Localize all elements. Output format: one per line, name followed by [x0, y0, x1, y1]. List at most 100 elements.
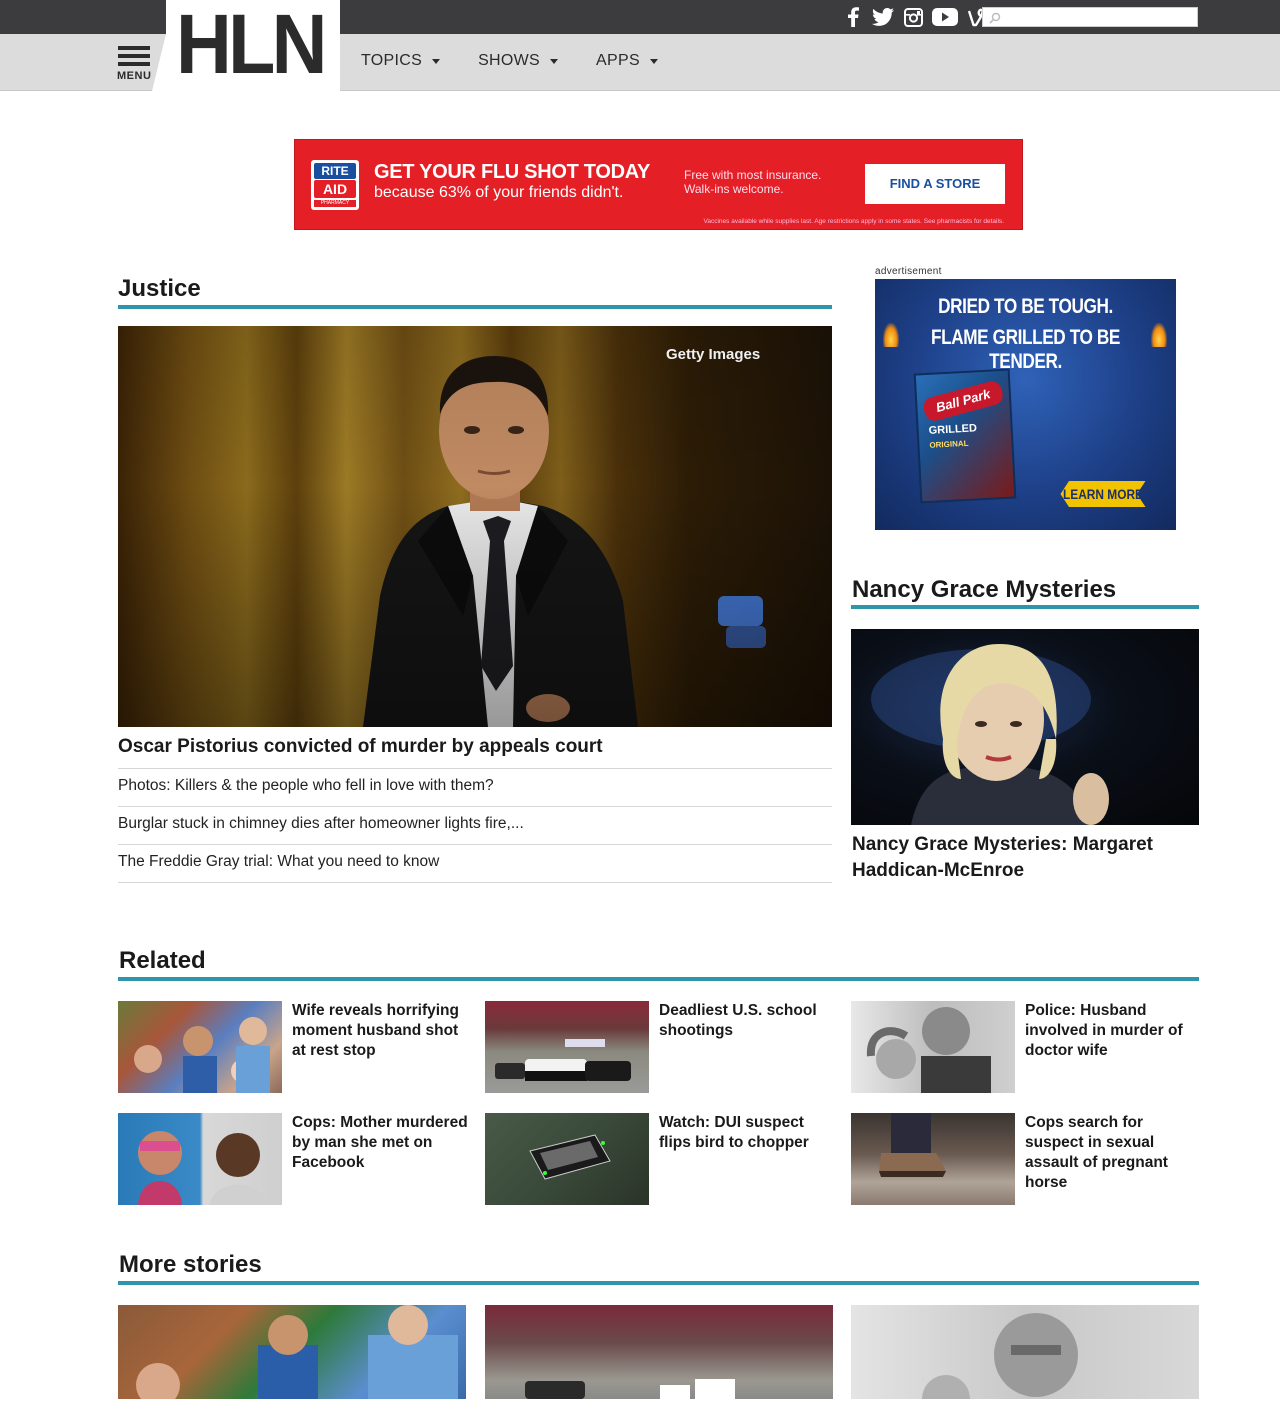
nancy-grace-divider [851, 605, 1199, 609]
instagram-icon[interactable] [902, 7, 924, 27]
related-item-6[interactable]: Cops search for suspect in sexual assaul… [851, 1113, 1201, 1209]
image-credit: Getty Images [666, 346, 761, 363]
logo-notch [152, 34, 166, 91]
nav-apps-label: APPS [596, 52, 640, 69]
nav-apps[interactable]: APPS [596, 52, 658, 70]
boots-photo [879, 1113, 946, 1177]
more-stories-divider [118, 1281, 1199, 1285]
site-logo[interactable]: HLN [152, 0, 340, 91]
menu-label: MENU [117, 70, 152, 82]
related-caption-3: Police: Husband involved in murder of do… [1025, 1002, 1183, 1059]
rite-aid-logo-sub: PHARMACY [314, 200, 356, 207]
banner-subline: because 63% of your friends didn't. [374, 184, 624, 201]
related-caption-6: Cops search for suspect in sexual assaul… [1025, 1114, 1168, 1191]
justice-hero-image[interactable]: Getty Images [118, 326, 832, 727]
hamburger-icon-bar [118, 62, 150, 66]
jerky-bag-image: Ball Park GRILLED ORIGINAL [913, 368, 1017, 504]
social-links [842, 7, 988, 27]
banner-free-text: Free with most insurance. Walk-ins welco… [684, 168, 821, 196]
related-item-3[interactable]: Police: Husband involved in murder of do… [851, 1001, 1201, 1097]
story-link-3[interactable]: The Freddie Gray trial: What you need to… [118, 853, 439, 871]
aerial-car-photo [529, 1134, 611, 1180]
side-ad-line2: FLAME GRILLED TO BE TENDER. [931, 326, 1120, 373]
related-thumb-6 [851, 1113, 1015, 1205]
lead-story-title[interactable]: Oscar Pistorius convicted of murder by a… [118, 736, 603, 758]
search-icon [989, 11, 1001, 29]
banner-fine-print: Vaccines available while supplies last. … [703, 218, 1004, 225]
side-ad[interactable]: DRIED TO BE TOUGH. FLAME GRILLED TO BE T… [875, 279, 1176, 530]
more-story-2-photo [525, 1379, 735, 1399]
related-item-4[interactable]: Cops: Mother murdered by man she met on … [118, 1113, 468, 1209]
chevron-down-icon [550, 58, 559, 64]
nav-shows-label: SHOWS [478, 52, 541, 69]
related-caption-4: Cops: Mother murdered by man she met on … [292, 1114, 468, 1171]
related-item-5[interactable]: Watch: DUI suspect flips bird to chopper [485, 1113, 835, 1209]
bag-flavor: ORIGINAL [929, 438, 969, 450]
nancy-grace-title[interactable]: Nancy Grace Mysteries: Margaret Haddican… [852, 832, 1202, 884]
more-stories-heading: More stories [119, 1251, 262, 1278]
logo-box: HLN [166, 0, 340, 91]
main-nav: TOPICS SHOWS APPS [361, 52, 696, 70]
banner-free-line2: Walk-ins welcome. [684, 182, 784, 196]
banner-ad[interactable]: RITE AID PHARMACY GET YOUR FLU SHOT TODA… [294, 139, 1023, 230]
related-thumb-3 [851, 1001, 1015, 1093]
nav-topics-label: TOPICS [361, 52, 423, 69]
related-item-2[interactable]: Deadliest U.S. school shootings [485, 1001, 835, 1097]
nancy-grace-photo [871, 644, 1109, 825]
related-caption-2: Deadliest U.S. school shootings [659, 1002, 817, 1039]
related-caption-5: Watch: DUI suspect flips bird to chopper [659, 1114, 809, 1151]
justice-heading: Justice [118, 275, 201, 302]
couple-photo [866, 1007, 991, 1093]
side-ad-line1: DRIED TO BE TOUGH. [938, 295, 1113, 318]
more-story-1-photo [136, 1305, 458, 1399]
divider [118, 806, 832, 807]
nav-topics[interactable]: TOPICS [361, 52, 441, 70]
menu-button[interactable]: MENU [117, 44, 153, 84]
related-caption-1: Wife reveals horrifying moment husband s… [292, 1002, 459, 1059]
logo-text: HLN [176, 0, 327, 91]
rite-aid-logo: RITE AID PHARMACY [311, 160, 359, 210]
search-input[interactable] [1003, 8, 1193, 26]
hero-shade [118, 326, 832, 727]
advertisement-label: advertisement [875, 266, 942, 277]
chevron-down-icon [432, 58, 441, 64]
learn-more-button[interactable]: LEARN MORE [1060, 481, 1146, 507]
flame-icon [883, 323, 899, 347]
related-thumb-5 [485, 1113, 649, 1205]
divider [118, 768, 832, 769]
more-story-2[interactable] [485, 1305, 833, 1399]
flame-icon [1151, 323, 1167, 347]
nav-shows[interactable]: SHOWS [478, 52, 559, 70]
facebook-icon[interactable] [842, 7, 864, 27]
bag-brand: Ball Park [921, 379, 1005, 423]
police-cars-photo [495, 1039, 631, 1081]
divider [118, 882, 832, 883]
related-thumb-4 [118, 1113, 282, 1205]
nancy-grace-heading: Nancy Grace Mysteries [852, 576, 1117, 603]
story-link-2[interactable]: Burglar stuck in chimney dies after home… [118, 815, 524, 833]
related-divider [118, 977, 1199, 981]
mugshots-photo [138, 1131, 266, 1205]
youtube-icon[interactable] [932, 7, 958, 27]
search-box[interactable] [982, 7, 1198, 27]
family-photo [134, 1017, 270, 1093]
justice-divider [118, 305, 832, 309]
related-thumb-1 [118, 1001, 282, 1093]
chevron-down-icon [649, 58, 658, 64]
related-heading: Related [119, 947, 206, 974]
related-item-1[interactable]: Wife reveals horrifying moment husband s… [118, 1001, 468, 1097]
more-story-3[interactable] [851, 1305, 1199, 1399]
nancy-grace-image[interactable] [851, 629, 1199, 825]
story-link-1[interactable]: Photos: Killers & the people who fell in… [118, 777, 494, 795]
related-thumb-2 [485, 1001, 649, 1093]
more-story-1[interactable] [118, 1305, 466, 1399]
banner-free-line1: Free with most insurance. [684, 168, 822, 182]
twitter-icon[interactable] [872, 7, 894, 27]
banner-headline: GET YOUR FLU SHOT TODAY [374, 161, 651, 183]
rite-aid-logo-top: RITE [314, 163, 356, 179]
more-story-3-photo [922, 1313, 1078, 1399]
hamburger-icon [118, 46, 150, 50]
divider [118, 844, 832, 845]
rite-aid-logo-bottom: AID [314, 180, 356, 198]
find-store-button[interactable]: FIND A STORE [865, 164, 1005, 204]
